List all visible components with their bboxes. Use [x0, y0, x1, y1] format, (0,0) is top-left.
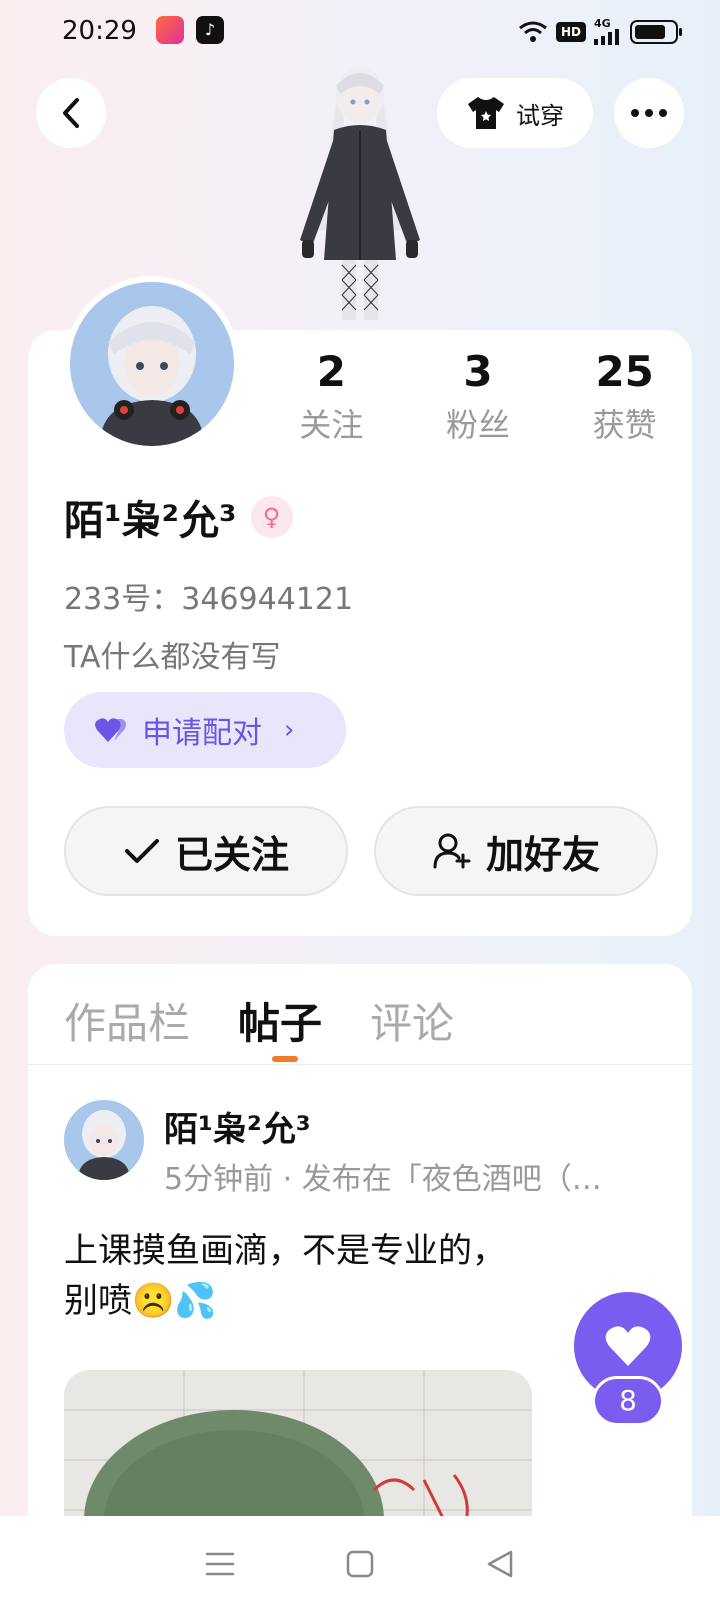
status-time: 20:29 [62, 16, 137, 46]
avatar-image [70, 282, 234, 446]
like-count-badge: 8 [592, 1376, 664, 1426]
stat-following[interactable]: 2 关注 [258, 342, 405, 448]
post-author-avatar[interactable] [64, 1100, 144, 1180]
home-key[interactable] [330, 1534, 390, 1594]
post-image[interactable] [64, 1370, 532, 1524]
chevron-right-icon: › [284, 715, 295, 745]
tab-comments[interactable]: 评论 [370, 990, 454, 1051]
username: 陌¹枭²允³ [64, 498, 237, 544]
battery-icon [630, 19, 682, 44]
more-options-button[interactable] [614, 78, 684, 148]
status-bar: 20:29 ♪ HD 4G [0, 0, 720, 66]
stat-label: 粉丝 [446, 406, 511, 444]
wifi-icon [519, 21, 547, 42]
menu-icon [205, 1552, 235, 1576]
username-row: 陌¹枭²允³ ♀ [64, 488, 293, 546]
add-friend-button[interactable]: 加好友 [374, 806, 658, 896]
stat-value: 25 [595, 347, 654, 396]
chevron-left-icon [63, 98, 79, 128]
checkmark-icon [124, 839, 159, 863]
add-user-icon [433, 833, 471, 869]
signal-icon [594, 29, 619, 45]
profile-avatar[interactable] [64, 276, 240, 452]
tshirt-icon [468, 97, 504, 129]
stat-value: 2 [316, 347, 346, 396]
active-tab-indicator [272, 1056, 298, 1062]
content-tabs: 作品栏 帖子 评论 [64, 990, 454, 1051]
character-figure-image [300, 67, 420, 320]
post-text-line: 上课摸鱼画滴，不是专业的， [64, 1231, 506, 1271]
post-meta[interactable]: 5分钟前 · 发布在「夜色酒吧（… [164, 1154, 664, 1198]
post-text-line: 别喷☹️💦 [64, 1281, 217, 1321]
more-dots-icon [631, 109, 667, 117]
user-bio: TA什么都没有写 [64, 640, 281, 675]
drawing-photo [64, 1370, 532, 1524]
app-notification-icon [156, 16, 184, 44]
heart-pair-icon [95, 718, 127, 742]
stat-fans[interactable]: 3 粉丝 [405, 342, 552, 448]
avatar-image [64, 1100, 144, 1180]
stat-label: 获赞 [592, 406, 657, 444]
following-label: 已关注 [174, 832, 289, 877]
back-button[interactable] [36, 78, 106, 148]
system-nav-bar [0, 1516, 720, 1612]
tiktok-notification-icon: ♪ [196, 16, 224, 44]
stats-row: 2 关注 3 粉丝 25 获赞 [258, 342, 698, 448]
heart-icon [605, 1326, 651, 1366]
hd-icon: HD [555, 21, 586, 42]
following-button[interactable]: 已关注 [64, 806, 348, 896]
add-friend-label: 加好友 [485, 832, 600, 877]
post-text: 上课摸鱼画滴，不是专业的， 别喷☹️💦 [64, 1226, 664, 1326]
network-type: 4G [594, 17, 611, 30]
home-square-icon [346, 1550, 374, 1578]
try-on-button[interactable]: 试穿 [437, 78, 593, 148]
post-author-name[interactable]: 陌¹枭²允³ [164, 1102, 311, 1151]
request-pairing-label: 申请配对 [142, 716, 262, 751]
tab-posts[interactable]: 帖子 [238, 990, 322, 1051]
female-gender-icon: ♀ [250, 496, 293, 538]
stat-value: 3 [463, 347, 493, 396]
tabs-divider [28, 1064, 692, 1065]
back-triangle-icon [487, 1550, 513, 1578]
stat-label: 关注 [299, 406, 364, 444]
content-card: 作品栏 帖子 评论 陌¹枭²允³ 5分钟前 · 发布在「夜色酒吧（… 上课摸鱼画… [28, 964, 692, 1524]
stat-likes[interactable]: 25 获赞 [551, 342, 698, 448]
tab-works[interactable]: 作品栏 [64, 990, 190, 1051]
request-pairing-button[interactable]: 申请配对 › [64, 692, 346, 768]
user-id: 233号：346944121 [64, 582, 354, 617]
back-key[interactable] [470, 1534, 530, 1594]
menu-key[interactable] [190, 1534, 250, 1594]
try-on-label: 试穿 [516, 101, 564, 130]
